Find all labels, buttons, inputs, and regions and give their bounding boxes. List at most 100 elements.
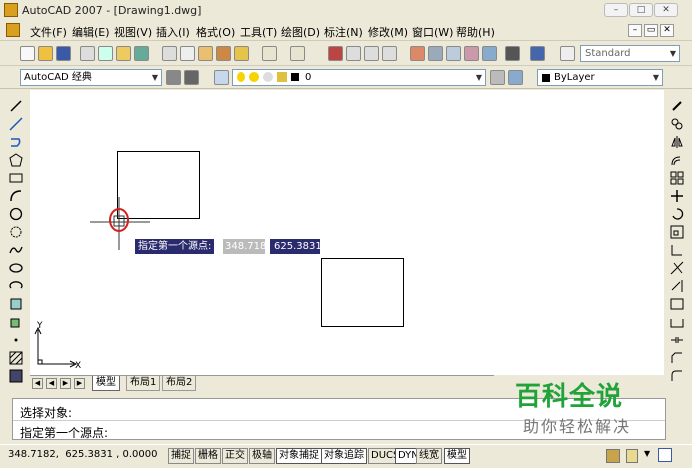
last-tab-icon[interactable]: ▶ xyxy=(74,378,85,389)
menu-dimension[interactable]: 标注(N) xyxy=(324,24,363,40)
line-icon[interactable] xyxy=(9,99,23,113)
dynamic-input-y[interactable]: 625.3831 xyxy=(270,239,322,254)
publish-icon[interactable] xyxy=(116,46,131,61)
ellipse-icon[interactable] xyxy=(9,261,23,275)
markup-icon[interactable] xyxy=(482,46,497,61)
offset-icon[interactable] xyxy=(670,153,684,167)
hatch-icon[interactable] xyxy=(9,351,23,365)
spline-icon[interactable] xyxy=(9,243,23,257)
open-icon[interactable] xyxy=(38,46,53,61)
menu-view[interactable]: 视图(V) xyxy=(114,24,152,40)
menu-file[interactable]: 文件(F) xyxy=(30,24,67,40)
break-at-point-icon[interactable] xyxy=(670,297,684,311)
tab-model[interactable]: 模型 xyxy=(92,376,120,391)
drawing-area[interactable]: 指定第一个源点: 348.7182 625.3831 Y X xyxy=(30,90,664,375)
text-style-icon[interactable] xyxy=(560,46,575,61)
layer-manager-icon[interactable] xyxy=(214,70,229,85)
prev-tab-icon[interactable]: ◀ xyxy=(46,378,57,389)
doc-close-button[interactable]: ✕ xyxy=(660,24,674,37)
ortho-button[interactable]: 正交 xyxy=(222,448,248,464)
preview-icon[interactable] xyxy=(98,46,113,61)
tab-layout1[interactable]: 布局1 xyxy=(126,376,161,391)
web-icon[interactable] xyxy=(134,46,149,61)
menu-tools[interactable]: 工具(T) xyxy=(240,24,277,40)
block-editor-icon[interactable] xyxy=(234,46,249,61)
fillet-icon[interactable] xyxy=(670,369,684,383)
grid-button[interactable]: 栅格 xyxy=(195,448,221,464)
extend-icon[interactable] xyxy=(670,279,684,293)
object-track-button[interactable]: 对象追踪 xyxy=(321,448,367,464)
workspace-save-icon[interactable] xyxy=(184,70,199,85)
menu-insert[interactable]: 插入(I) xyxy=(156,24,190,40)
workspace-settings-icon[interactable] xyxy=(166,70,181,85)
next-tab-icon[interactable]: ▶ xyxy=(60,378,71,389)
layer-dropdown[interactable]: 0 ▼ xyxy=(232,69,486,86)
maximize-button[interactable]: □ xyxy=(629,3,653,17)
layer-previous-icon[interactable] xyxy=(508,70,523,85)
ellipse-arc-icon[interactable] xyxy=(9,279,23,293)
sheet-set-icon[interactable] xyxy=(464,46,479,61)
lock-toolbar-icon[interactable] xyxy=(626,449,638,463)
scale-icon[interactable] xyxy=(670,225,684,239)
zoom-previous-icon[interactable] xyxy=(382,46,397,61)
redo-icon[interactable] xyxy=(290,46,305,61)
snap-button[interactable]: 捕捉 xyxy=(168,448,194,464)
color-dropdown[interactable]: ByLayer ▼ xyxy=(537,69,663,86)
calculator-icon[interactable] xyxy=(505,46,520,61)
arc-icon[interactable] xyxy=(9,189,23,203)
zoom-window-icon[interactable] xyxy=(364,46,379,61)
clean-screen-icon[interactable] xyxy=(658,448,672,462)
paste-icon[interactable] xyxy=(198,46,213,61)
menu-modify[interactable]: 修改(M) xyxy=(368,24,408,40)
print-icon[interactable] xyxy=(80,46,95,61)
point-icon[interactable] xyxy=(9,333,23,347)
new-icon[interactable] xyxy=(20,46,35,61)
array-icon[interactable] xyxy=(670,171,684,185)
break-icon[interactable] xyxy=(670,315,684,329)
properties-icon[interactable] xyxy=(410,46,425,61)
rectangle-icon[interactable] xyxy=(9,171,23,185)
erase-icon[interactable] xyxy=(670,99,684,113)
object-snap-button[interactable]: 对象捕捉 xyxy=(276,448,322,464)
tab-layout2[interactable]: 布局2 xyxy=(162,376,197,391)
polygon-icon[interactable] xyxy=(9,153,23,167)
document-icon[interactable] xyxy=(6,23,20,37)
tool-palettes-icon[interactable] xyxy=(446,46,461,61)
text-style-dropdown[interactable]: Standard ▼ xyxy=(580,45,680,62)
gradient-icon[interactable] xyxy=(9,369,23,383)
autocad-app-icon[interactable] xyxy=(4,3,18,17)
chamfer-icon[interactable] xyxy=(670,351,684,365)
menu-edit[interactable]: 编辑(E) xyxy=(72,24,110,40)
close-button[interactable]: ✕ xyxy=(654,3,678,17)
cut-icon[interactable] xyxy=(162,46,177,61)
join-icon[interactable] xyxy=(670,333,684,347)
save-icon[interactable] xyxy=(56,46,71,61)
construction-line-icon[interactable] xyxy=(9,117,23,131)
zoom-realtime-icon[interactable] xyxy=(346,46,361,61)
menu-help[interactable]: 帮助(H) xyxy=(456,24,495,40)
match-properties-icon[interactable] xyxy=(216,46,231,61)
trim-icon[interactable] xyxy=(670,261,684,275)
polar-button[interactable]: 极轴 xyxy=(249,448,275,464)
menu-window[interactable]: 窗口(W) xyxy=(412,24,453,40)
menu-format[interactable]: 格式(O) xyxy=(196,24,235,40)
rotate-icon[interactable] xyxy=(670,207,684,221)
polyline-icon[interactable] xyxy=(9,135,23,149)
first-tab-icon[interactable]: ◀ xyxy=(32,378,43,389)
chevron-down-icon[interactable]: ▼ xyxy=(644,449,650,458)
minimize-button[interactable]: – xyxy=(604,3,628,17)
pan-icon[interactable] xyxy=(328,46,343,61)
copy-object-icon[interactable] xyxy=(670,117,684,131)
design-center-icon[interactable] xyxy=(428,46,443,61)
revcloud-icon[interactable] xyxy=(9,225,23,239)
lineweight-button[interactable]: 线宽 xyxy=(416,448,442,464)
dynamic-input-x[interactable]: 348.7182 xyxy=(223,239,273,254)
workspace-dropdown[interactable]: AutoCAD 经典 ▼ xyxy=(20,69,162,86)
insert-block-icon[interactable] xyxy=(9,297,23,311)
help-icon[interactable] xyxy=(530,46,545,61)
doc-restore-button[interactable]: ▭ xyxy=(644,24,658,37)
stretch-icon[interactable] xyxy=(670,243,684,257)
make-block-icon[interactable] xyxy=(9,315,23,329)
mirror-icon[interactable] xyxy=(670,135,684,149)
command-prompt-line[interactable]: 指定第一个源点: xyxy=(20,424,108,441)
